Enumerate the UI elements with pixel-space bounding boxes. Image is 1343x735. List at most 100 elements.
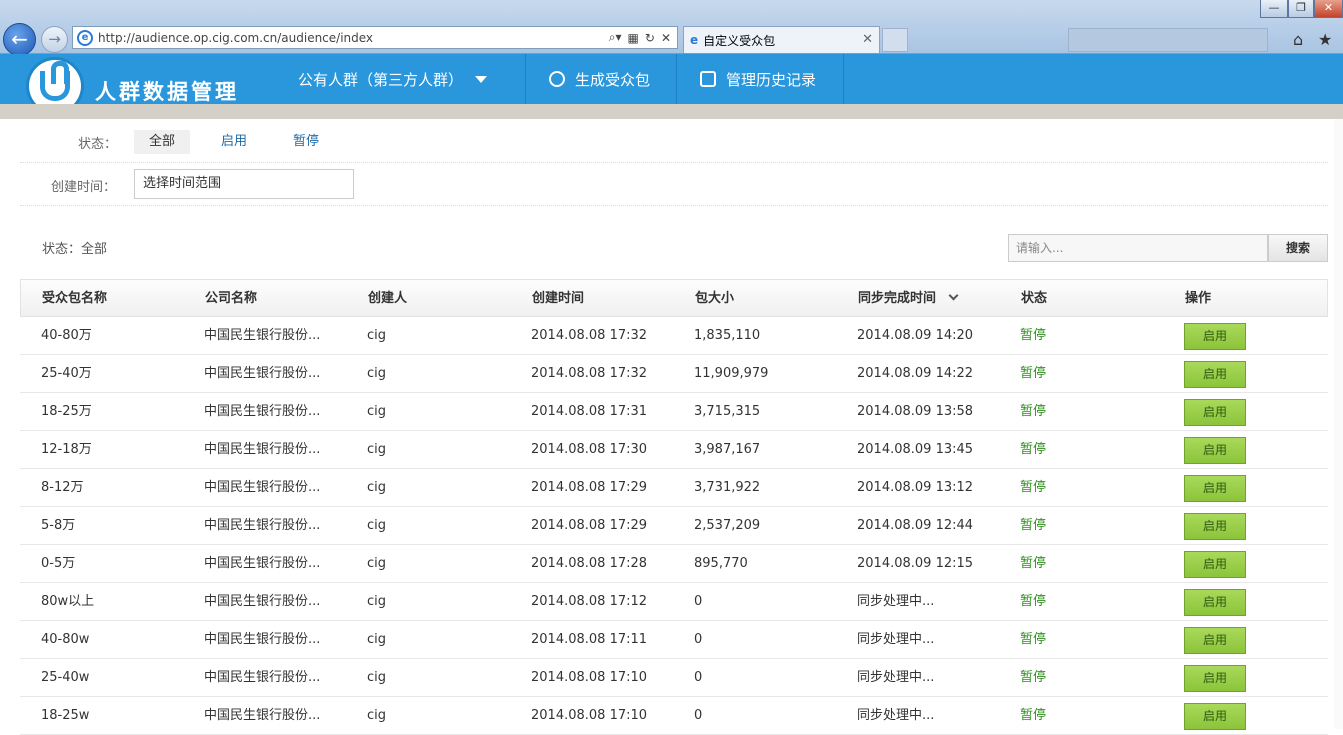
- cell-created: 2014.08.08 17:32: [531, 366, 648, 381]
- minimize-button[interactable]: —: [1260, 0, 1288, 18]
- favorites-star-icon[interactable]: ★: [1318, 30, 1332, 49]
- search-button[interactable]: 搜索: [1268, 234, 1328, 262]
- enable-button[interactable]: 启用: [1184, 589, 1246, 616]
- nav-public-audience[interactable]: 公有人群（第三方人群）: [298, 54, 488, 104]
- cell-creator: cig: [367, 480, 387, 495]
- cell-synced: 2014.08.09 14:20: [857, 328, 974, 343]
- nav-divider: [843, 54, 844, 104]
- close-window-button[interactable]: ✕: [1314, 0, 1343, 18]
- cell-name: 40-80w: [41, 632, 90, 647]
- enable-button[interactable]: 启用: [1184, 323, 1246, 350]
- enable-button[interactable]: 启用: [1184, 665, 1246, 692]
- created-time-label: 创建时间：: [51, 180, 117, 195]
- cell-size: 3,987,167: [694, 442, 761, 457]
- table-row: 5-8万 中国民生银行股份... cig 2014.08.08 17:29 2,537,…: [20, 507, 1328, 545]
- cell-synced: 2014.08.09 13:12: [857, 480, 974, 495]
- stop-icon[interactable]: ✕: [661, 31, 671, 45]
- cell-size: 3,715,315: [694, 404, 761, 419]
- cell-created: 2014.08.08 17:29: [531, 518, 648, 533]
- cell-size: 2,537,209: [694, 518, 761, 533]
- audience-table: 受众包名称 公司名称 创建人 创建时间 包大小 同步完成时间 状态 操作 40-…: [20, 279, 1328, 735]
- cell-created: 2014.08.08 17:28: [531, 556, 648, 571]
- table-row: 18-25万 中国民生银行股份... cig 2014.08.08 17:31 3,71…: [20, 393, 1328, 431]
- col-synced[interactable]: 同步完成时间: [858, 280, 959, 318]
- cell-name: 25-40w: [41, 670, 90, 685]
- enable-button[interactable]: 启用: [1184, 703, 1246, 730]
- cell-size: 895,770: [694, 556, 748, 571]
- compat-view-icon[interactable]: ▦: [628, 31, 639, 45]
- enable-button[interactable]: 启用: [1184, 551, 1246, 578]
- cell-synced: 2014.08.09 12:15: [857, 556, 974, 571]
- cell-name: 25-40万: [41, 366, 92, 381]
- maximize-button[interactable]: ❐: [1288, 0, 1314, 18]
- col-created: 创建时间: [532, 291, 585, 306]
- cell-creator: cig: [367, 670, 387, 685]
- cell-status: 暂停: [1020, 404, 1047, 419]
- cell-status: 暂停: [1020, 632, 1047, 647]
- cell-created: 2014.08.08 17:10: [531, 670, 648, 685]
- cell-status: 暂停: [1020, 366, 1047, 381]
- cell-synced: 2014.08.09 14:22: [857, 366, 974, 381]
- col-size: 包大小: [695, 291, 735, 306]
- page-scrollbar[interactable]: [1334, 119, 1343, 729]
- table-row: 40-80w 中国民生银行股份... cig 2014.08.08 17:11 0 同步处…: [20, 621, 1328, 659]
- enable-button[interactable]: 启用: [1184, 361, 1246, 388]
- new-tab-button[interactable]: [882, 28, 908, 52]
- search-input[interactable]: 请输入...: [1008, 234, 1268, 262]
- search-icon[interactable]: ⌕▾: [609, 30, 622, 45]
- cell-name: 5-8万: [41, 518, 76, 533]
- close-tab-icon[interactable]: ✕: [862, 32, 873, 47]
- nav-history-label: 管理历史记录: [726, 70, 817, 89]
- status-filter-all[interactable]: 全部: [134, 130, 190, 154]
- time-range-input[interactable]: 选择时间范围: [134, 169, 354, 199]
- nav-history[interactable]: 管理历史记录: [700, 54, 816, 104]
- back-arrow-icon[interactable]: ←: [3, 23, 36, 56]
- cell-name: 0-5万: [41, 556, 76, 571]
- table-row: 25-40w 中国民生银行股份... cig 2014.08.08 17:10 0 同步处…: [20, 659, 1328, 697]
- cell-company: 中国民生银行股份...: [204, 404, 321, 419]
- browser-chrome: — ❐ ✕ ← → e http://audience.op.cig.com.c…: [0, 0, 1343, 56]
- enable-button[interactable]: 启用: [1184, 475, 1246, 502]
- cell-status: 暂停: [1020, 670, 1047, 685]
- divider: [20, 205, 1328, 206]
- cell-created: 2014.08.08 17:12: [531, 594, 648, 609]
- edit-icon: [700, 71, 716, 87]
- cell-created: 2014.08.08 17:32: [531, 328, 648, 343]
- enable-button[interactable]: 启用: [1184, 437, 1246, 464]
- nav-public-label: 公有人群（第三方人群）: [298, 70, 464, 89]
- cell-created: 2014.08.08 17:29: [531, 480, 648, 495]
- cell-synced: 同步处理中...: [857, 670, 935, 685]
- cell-status: 暂停: [1020, 708, 1047, 723]
- status-filter-enabled[interactable]: 启用: [208, 130, 260, 154]
- status-filter-label: 状态：: [78, 137, 118, 152]
- cell-size: 1,835,110: [694, 328, 761, 343]
- cell-company: 中国民生银行股份...: [204, 518, 321, 533]
- cell-name: 12-18万: [41, 442, 92, 457]
- cell-company: 中国民生银行股份...: [204, 556, 321, 571]
- cell-creator: cig: [367, 556, 387, 571]
- cell-company: 中国民生银行股份...: [204, 632, 321, 647]
- enable-button[interactable]: 启用: [1184, 399, 1246, 426]
- enable-button[interactable]: 启用: [1184, 627, 1246, 654]
- table-row: 0-5万 中国民生银行股份... cig 2014.08.08 17:28 895,77…: [20, 545, 1328, 583]
- refresh-icon[interactable]: ↻: [645, 31, 655, 45]
- cell-company: 中国民生银行股份...: [204, 442, 321, 457]
- enable-button[interactable]: 启用: [1184, 513, 1246, 540]
- cell-company: 中国民生银行股份...: [204, 328, 321, 343]
- cell-synced: 2014.08.09 12:44: [857, 518, 974, 533]
- table-row: 12-18万 中国民生银行股份... cig 2014.08.08 17:30 3,98…: [20, 431, 1328, 469]
- ie-tab-icon: e: [690, 33, 699, 47]
- table-row: 80w以上 中国民生银行股份... cig 2014.08.08 17:12 0 同步处理…: [20, 583, 1328, 621]
- nav-generate-package[interactable]: 生成受众包: [549, 54, 650, 104]
- cell-creator: cig: [367, 404, 387, 419]
- browser-tab-active[interactable]: e 自定义受众包 ✕: [683, 26, 880, 53]
- status-filter-paused[interactable]: 暂停: [280, 130, 332, 154]
- sort-down-icon[interactable]: [948, 290, 959, 301]
- browser-tab-background[interactable]: [1068, 28, 1268, 52]
- table-row: 18-25w 中国民生银行股份... cig 2014.08.08 17:10 0 同步处…: [20, 697, 1328, 735]
- address-bar[interactable]: e http://audience.op.cig.com.cn/audience…: [72, 26, 678, 49]
- forward-arrow-icon[interactable]: →: [41, 26, 68, 53]
- home-icon[interactable]: ⌂: [1293, 30, 1303, 49]
- cell-creator: cig: [367, 594, 387, 609]
- cell-size: 0: [694, 708, 703, 723]
